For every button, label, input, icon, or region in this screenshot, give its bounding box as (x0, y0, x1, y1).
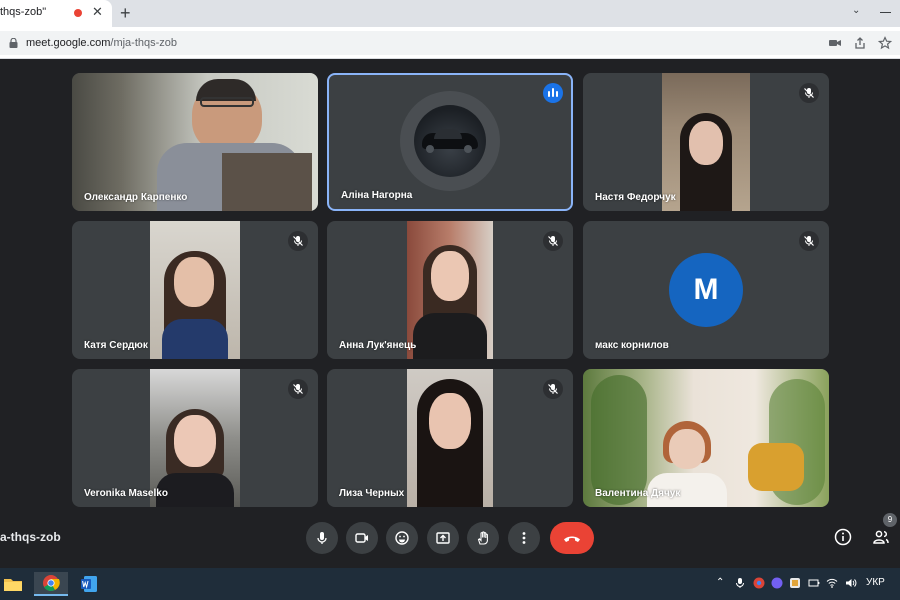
participant-tile[interactable]: Лиза Черных (327, 369, 573, 507)
show-hidden-icons-chevron-icon[interactable]: ⌃ (716, 577, 724, 588)
tray-viber-icon[interactable] (771, 577, 783, 589)
meeting-details-info-icon[interactable] (834, 528, 852, 546)
participant-video (150, 221, 240, 359)
tab-title: thqs-zob" (0, 6, 47, 18)
windows-taskbar: ⌃ УКР (0, 568, 900, 600)
tab-close-icon[interactable]: ✕ (92, 5, 103, 19)
participant-video (72, 73, 318, 211)
avatar (414, 105, 486, 177)
volume-icon[interactable] (845, 577, 857, 589)
tray-chrome-icon[interactable] (753, 577, 765, 589)
word-taskbar-button[interactable] (72, 572, 106, 596)
url-text[interactable]: meet.google.com/mja-thqs-zob (26, 37, 177, 49)
mic-button[interactable] (306, 522, 338, 554)
participant-tile[interactable]: Анна Лук'янець (327, 221, 573, 359)
url-host: meet.google.com (26, 37, 111, 49)
participant-count-badge: 9 (883, 513, 897, 527)
muted-mic-icon (799, 83, 819, 103)
avatar: M (669, 253, 743, 327)
participant-video (150, 369, 240, 507)
raise-hand-icon (477, 531, 488, 545)
participant-name: Валентина Дячук (595, 488, 681, 499)
participant-tile[interactable]: Валентина Дячук (583, 369, 829, 507)
browser-tab[interactable]: thqs-zob" ✕ (0, 0, 112, 27)
bookmark-star-icon[interactable] (878, 36, 892, 50)
participant-name: Анна Лук'янець (339, 340, 417, 351)
participant-tile[interactable]: M макс корнилов (583, 221, 829, 359)
omnibox[interactable]: meet.google.com/mja-thqs-zob (0, 31, 900, 55)
camera-icon (355, 533, 368, 543)
emoji-icon (395, 531, 409, 545)
more-options-icon (522, 532, 526, 544)
participant-name: Олександр Карпенко (84, 192, 188, 203)
muted-mic-icon (543, 231, 563, 251)
muted-mic-icon (799, 231, 819, 251)
minimize-icon[interactable] (880, 12, 891, 13)
file-explorer-taskbar-button[interactable] (0, 572, 30, 596)
present-icon (436, 532, 450, 544)
end-call-button[interactable] (550, 522, 594, 554)
speaking-indicator-icon (543, 83, 563, 103)
participant-name: Настя Федорчук (595, 192, 676, 203)
word-icon (81, 576, 97, 592)
camera-permission-icon[interactable] (828, 36, 842, 50)
tray-mic-icon[interactable] (734, 577, 746, 589)
meeting-code: a-thqs-zob (0, 530, 61, 544)
muted-mic-icon (543, 379, 563, 399)
camera-button[interactable] (346, 522, 378, 554)
input-language-indicator[interactable]: УКР (866, 577, 885, 588)
battery-icon[interactable] (808, 577, 820, 589)
participant-name: Катя Сердюк (84, 340, 148, 351)
chrome-taskbar-button[interactable] (34, 572, 68, 596)
participant-tile[interactable]: Олександр Карпенко (72, 73, 318, 211)
muted-mic-icon (288, 379, 308, 399)
folder-icon (4, 579, 22, 591)
chrome-icon (43, 575, 60, 591)
browser-tab-strip: thqs-zob" ✕ + ⌄ (0, 0, 900, 27)
participant-video (407, 369, 493, 507)
muted-mic-icon (288, 231, 308, 251)
url-path: /mja-thqs-zob (110, 37, 178, 49)
recording-indicator-icon (74, 9, 82, 17)
participant-name: Аліна Нагорна (341, 190, 413, 201)
raise-hand-button[interactable] (467, 522, 499, 554)
mic-icon (317, 532, 327, 544)
share-icon[interactable] (853, 36, 867, 50)
end-call-icon (564, 536, 580, 542)
participant-video (407, 221, 493, 359)
participant-tile[interactable]: Катя Сердюк (72, 221, 318, 359)
participant-tile[interactable]: Veronika Maselko (72, 369, 318, 507)
lock-icon[interactable] (9, 38, 18, 48)
new-tab-button[interactable]: + (120, 3, 131, 23)
address-bar: meet.google.com/mja-thqs-zob (0, 27, 900, 59)
participant-name: макс корнилов (595, 340, 669, 351)
more-options-button[interactable] (508, 522, 540, 554)
participant-name: Veronika Maselko (84, 488, 168, 499)
wifi-icon[interactable] (826, 577, 838, 589)
tray-app-icon[interactable] (789, 577, 801, 589)
people-icon[interactable] (872, 528, 890, 546)
participant-video (583, 369, 829, 507)
tab-search-chevron-icon[interactable]: ⌄ (852, 5, 860, 16)
participant-name: Лиза Черных (339, 488, 405, 499)
participant-tile[interactable]: Настя Федорчук (583, 73, 829, 211)
present-button[interactable] (427, 522, 459, 554)
participant-video (662, 73, 750, 211)
participant-tile-active-speaker[interactable]: Аліна Нагорна (327, 73, 573, 211)
reactions-button[interactable] (386, 522, 418, 554)
